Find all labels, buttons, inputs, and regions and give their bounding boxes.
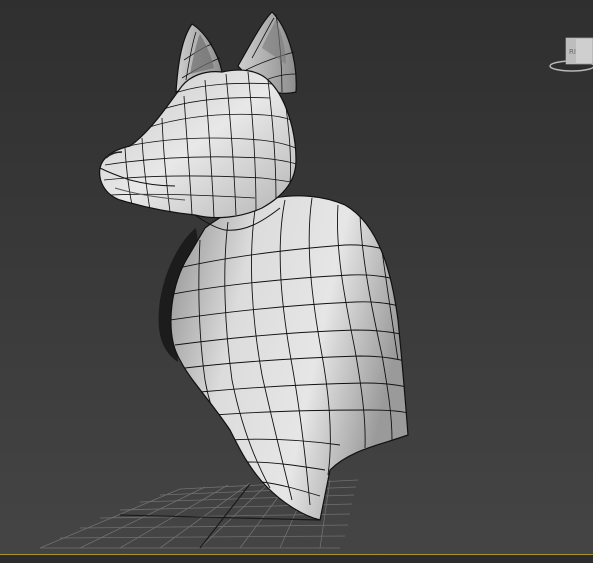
3d-viewport[interactable]: RI (0, 0, 593, 563)
viewcube-face-label: RI (569, 48, 576, 56)
viewcube-widget[interactable]: RI (548, 30, 593, 78)
fox-head[interactable] (99, 69, 302, 219)
scene-canvas[interactable] (0, 0, 593, 563)
viewcube-icon[interactable]: RI (548, 30, 593, 78)
fox-bust-body[interactable] (168, 195, 412, 521)
viewport-frame-bar (0, 554, 593, 563)
